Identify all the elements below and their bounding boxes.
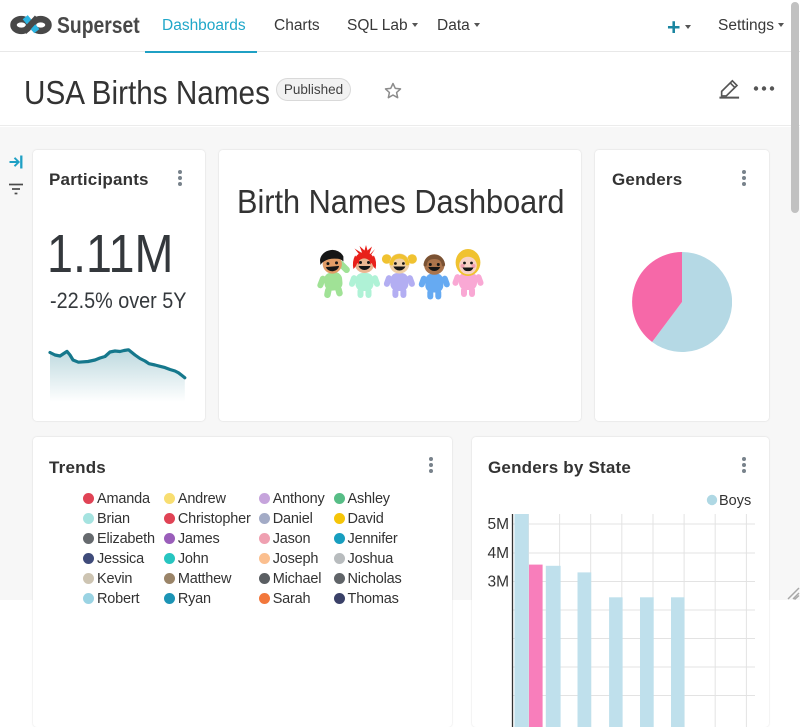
- svg-text:4M: 4M: [487, 545, 509, 562]
- svg-text:5M: 5M: [487, 516, 509, 533]
- svg-text:3M: 3M: [487, 574, 509, 591]
- svg-text:Boys: Boys: [719, 493, 751, 509]
